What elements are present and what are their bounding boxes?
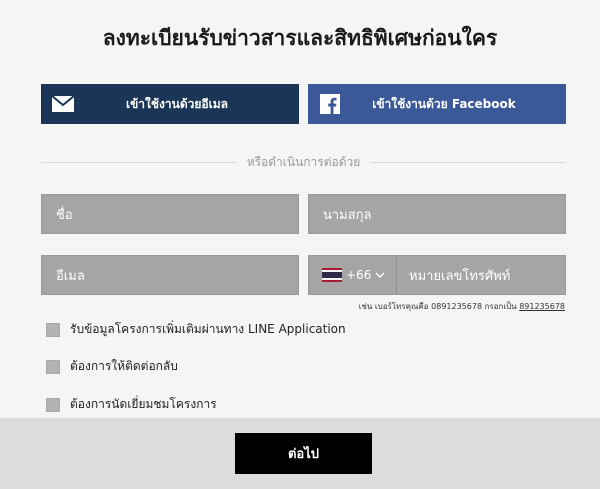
checkbox[interactable] — [46, 359, 60, 374]
next-button[interactable]: ต่อไป — [235, 433, 372, 474]
email-placeholder: อีเมล — [56, 268, 85, 284]
checkbox-label: รับข้อมูลโครงการเพิ่มเติมผ่านทาง LINE Ap… — [70, 322, 346, 336]
facebook-login-button[interactable]: เข้าใช้งานด้วย Facebook — [308, 84, 566, 124]
phone-hint-example: 891235678 — [519, 302, 565, 311]
chevron-down-icon — [375, 268, 385, 283]
divider-line-left — [41, 162, 237, 163]
email-field[interactable]: อีเมล — [41, 255, 299, 295]
email-login-label: เข้าใช้งานด้วยอีเมล — [126, 96, 228, 111]
last-name-placeholder: นามสกุล — [323, 207, 372, 223]
phone-hint: เช่น เบอร์โทรคุณคือ 0891235678 กรอกเป็น … — [359, 300, 565, 313]
thailand-flag-icon — [322, 268, 342, 282]
facebook-icon — [308, 94, 352, 114]
country-code: +66 — [346, 268, 372, 282]
checkbox-contact-back[interactable]: ต้องการให้ติดต่อกลับ — [46, 357, 178, 376]
first-name-field[interactable]: ชื่อ — [41, 194, 299, 234]
divider-line-right — [370, 162, 566, 163]
country-code-select[interactable]: +66 — [309, 256, 397, 294]
phone-hint-text: เช่น เบอร์โทรคุณคือ 0891235678 กรอกเป็น — [358, 302, 520, 311]
checkbox[interactable] — [46, 397, 60, 412]
checkbox-label: ต้องการนัดเยี่ยมชมโครงการ — [70, 397, 217, 411]
checkbox-visit-appointment[interactable]: ต้องการนัดเยี่ยมชมโครงการ — [46, 395, 217, 414]
last-name-field[interactable]: นามสกุล — [308, 194, 566, 234]
checkbox-line-info[interactable]: รับข้อมูลโครงการเพิ่มเติมผ่านทาง LINE Ap… — [46, 320, 346, 339]
divider-text: หรือดำเนินการต่อด้วย — [246, 155, 361, 169]
or-divider: หรือดำเนินการต่อด้วย — [41, 153, 566, 172]
checkbox-label: ต้องการให้ติดต่อกลับ — [70, 359, 178, 373]
email-login-button[interactable]: เข้าใช้งานด้วยอีเมล — [41, 84, 299, 124]
checkbox[interactable] — [46, 322, 60, 337]
page-title: ลงทะเบียนรับข่าวสารและสิทธิพิเศษก่อนใคร — [102, 26, 498, 50]
first-name-placeholder: ชื่อ — [56, 207, 73, 223]
phone-placeholder: หมายเลขโทรศัพท์ — [409, 268, 511, 284]
facebook-login-label: เข้าใช้งานด้วย Facebook — [372, 96, 516, 111]
phone-field[interactable]: +66 หมายเลขโทรศัพท์ — [308, 255, 566, 295]
envelope-icon — [41, 96, 85, 112]
